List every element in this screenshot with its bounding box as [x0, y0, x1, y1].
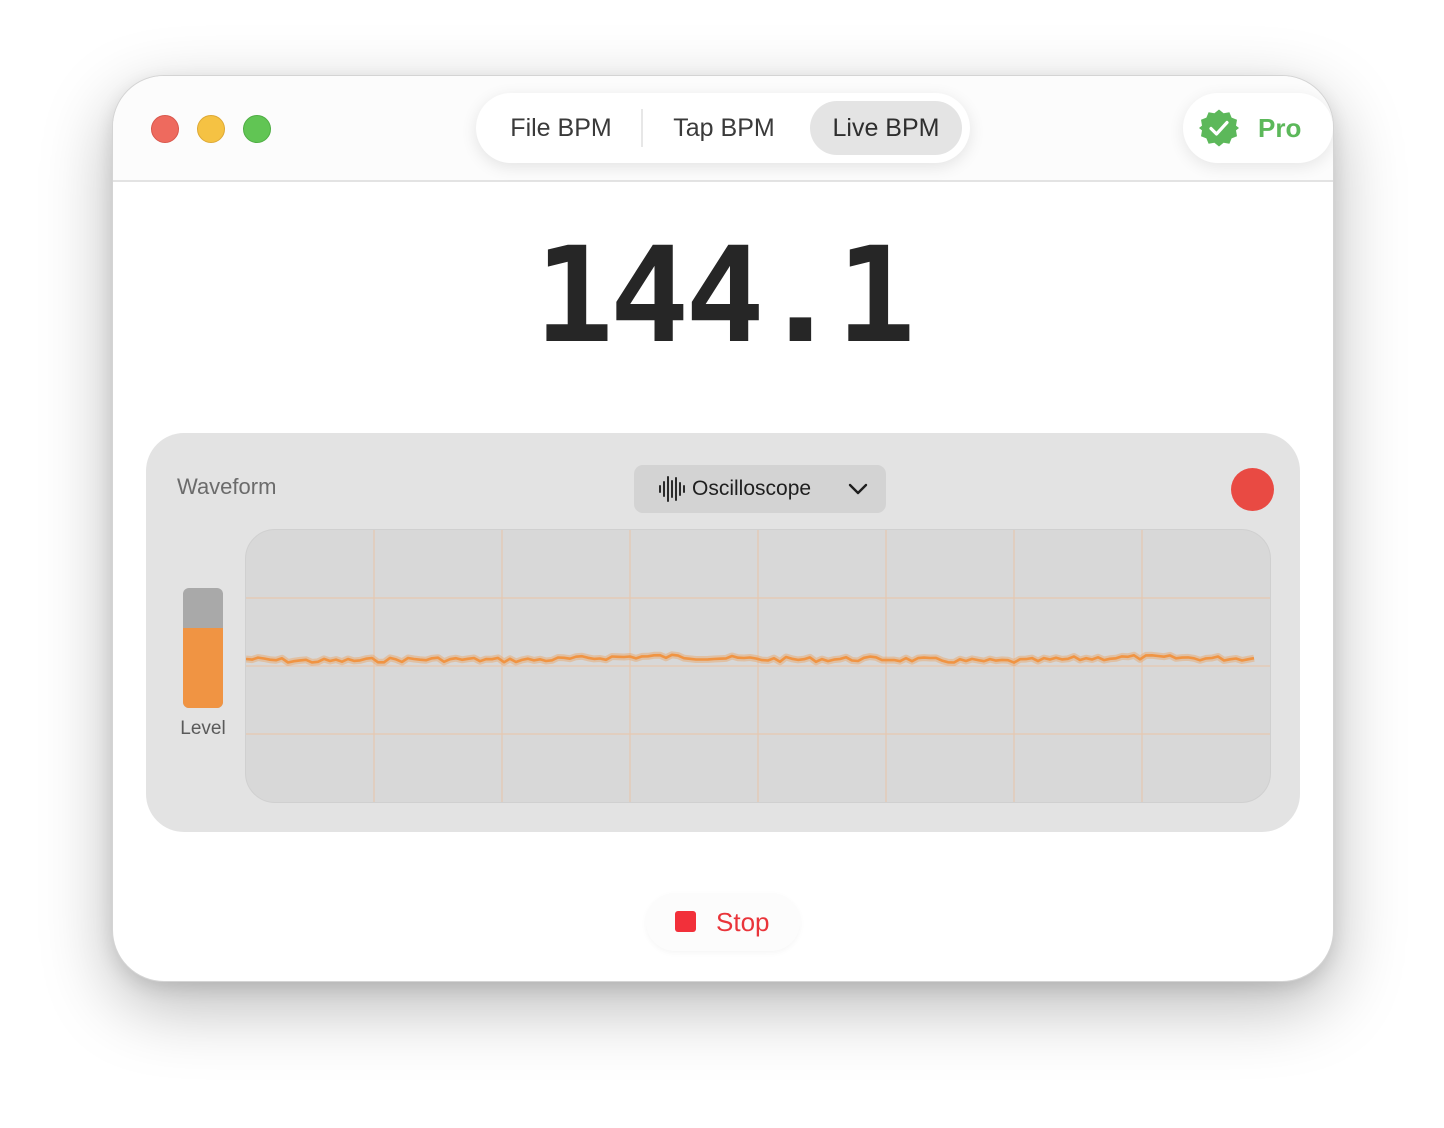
tab-live-bpm[interactable]: Live BPM [810, 101, 962, 155]
minimize-window-button[interactable] [197, 115, 225, 143]
stop-button[interactable]: Stop [646, 893, 800, 951]
verified-badge-icon [1199, 109, 1239, 147]
tab-tap-bpm[interactable]: Tap BPM [649, 101, 799, 155]
app-window: File BPM Tap BPM Live BPM Pro 144.1 Wave… [112, 75, 1334, 982]
waveform-label: Waveform [177, 474, 277, 499]
stop-icon [675, 911, 696, 932]
chevron-down-icon [848, 483, 868, 495]
waveform-panel: Waveform Oscilloscope Level [146, 433, 1300, 832]
waveform-icon [659, 476, 685, 502]
bpm-readout: 144.1 [534, 219, 915, 373]
oscilloscope-display [245, 529, 1271, 803]
mode-tabs: File BPM Tap BPM Live BPM [476, 93, 970, 163]
level-meter-fill [183, 627, 223, 708]
tab-file-bpm[interactable]: File BPM [491, 101, 631, 155]
pro-badge-button[interactable]: Pro [1183, 93, 1333, 163]
tab-divider [641, 109, 643, 147]
zoom-window-button[interactable] [243, 115, 271, 143]
visualization-mode-select[interactable]: Oscilloscope [634, 465, 886, 513]
title-bar: File BPM Tap BPM Live BPM Pro [113, 76, 1333, 182]
level-label: Level [180, 718, 226, 739]
visualization-mode-label: Oscilloscope [692, 477, 812, 500]
recording-indicator [1231, 468, 1274, 511]
stop-label: Stop [716, 907, 770, 937]
pro-label: Pro [1258, 113, 1302, 143]
oscilloscope-plot [246, 530, 1270, 802]
close-window-button[interactable] [151, 115, 179, 143]
level-meter [183, 588, 223, 708]
